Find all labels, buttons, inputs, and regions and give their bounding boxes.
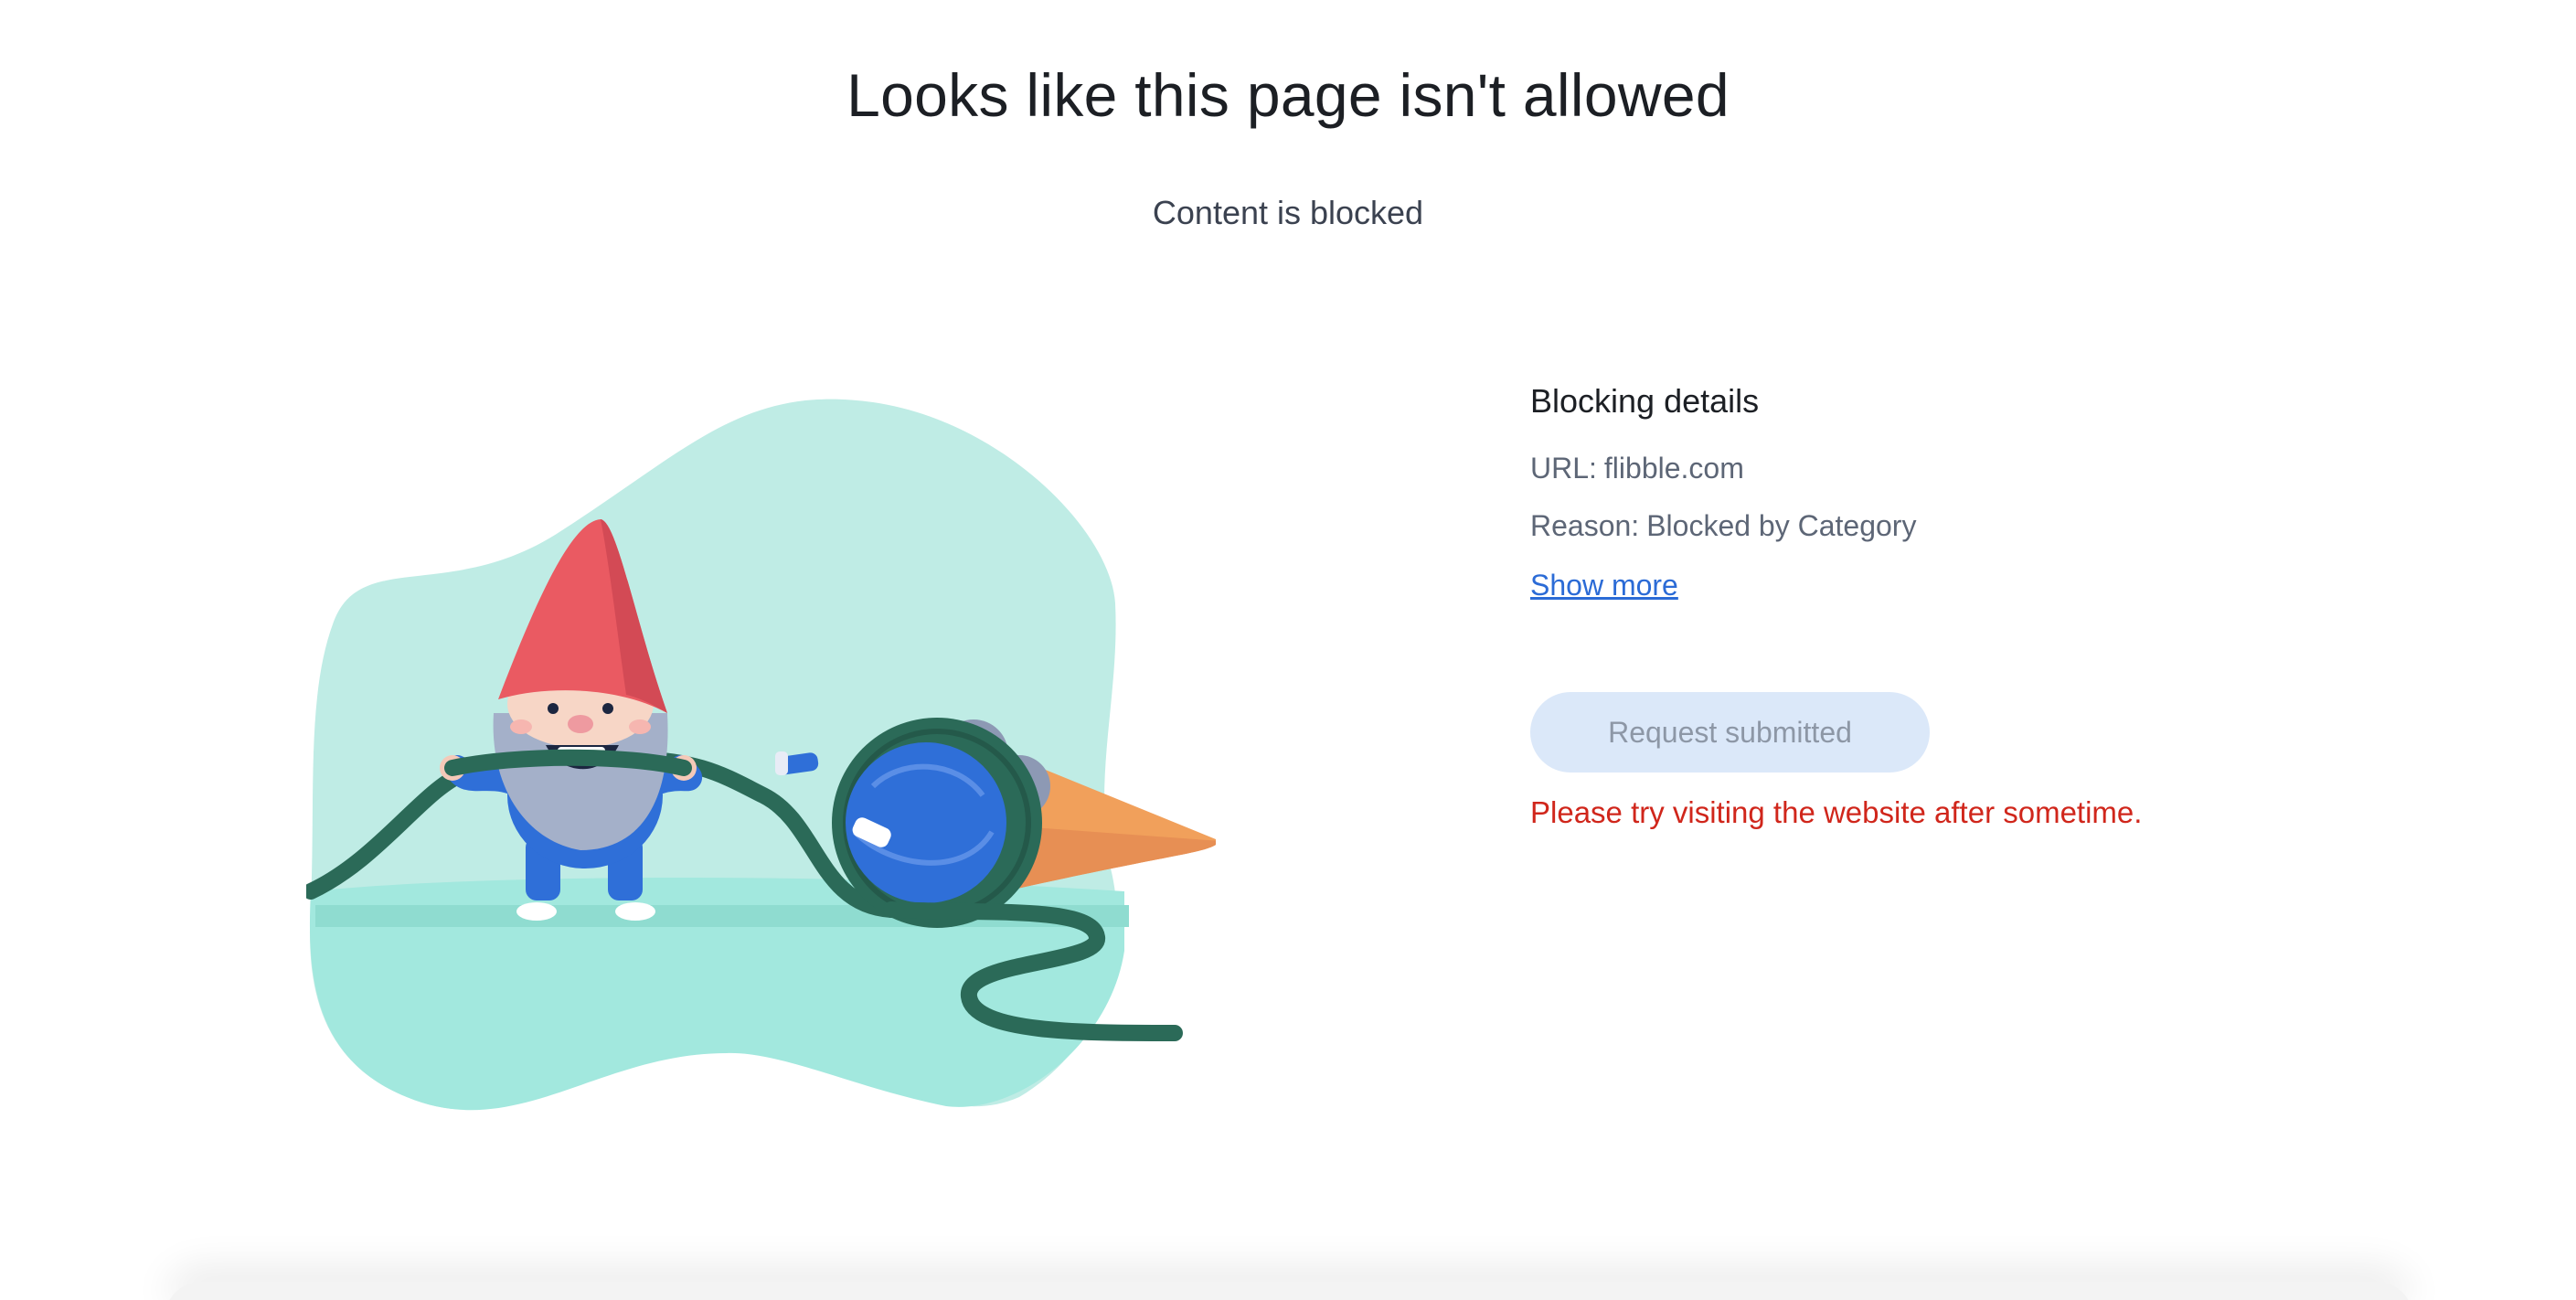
blocked-page: Looks like this page isn't allowed Conte… xyxy=(0,0,2576,1300)
bottom-panel-edge xyxy=(165,1282,2413,1300)
gnome-illustration xyxy=(303,393,1220,1115)
url-row: URL: flibble.com xyxy=(1530,452,2353,485)
retry-message: Please try visiting the website after so… xyxy=(1530,795,2143,829)
request-submitted-button[interactable]: Request submitted xyxy=(1530,692,1930,773)
url-label: URL: xyxy=(1530,452,1597,485)
reason-label: Reason: xyxy=(1530,509,1640,542)
reason-value: Blocked by Category xyxy=(1646,509,1917,542)
reason-row: Reason: Blocked by Category xyxy=(1530,509,2353,543)
page-subtitle: Content is blocked xyxy=(1152,194,1424,231)
show-more-link[interactable]: Show more xyxy=(1530,569,1678,602)
url-value: flibble.com xyxy=(1603,452,1744,485)
blocking-details: Blocking details URL: flibble.com Reason:… xyxy=(1530,382,2353,602)
page-title: Looks like this page isn't allowed xyxy=(846,61,1730,129)
blocking-details-heading: Blocking details xyxy=(1530,382,1760,420)
